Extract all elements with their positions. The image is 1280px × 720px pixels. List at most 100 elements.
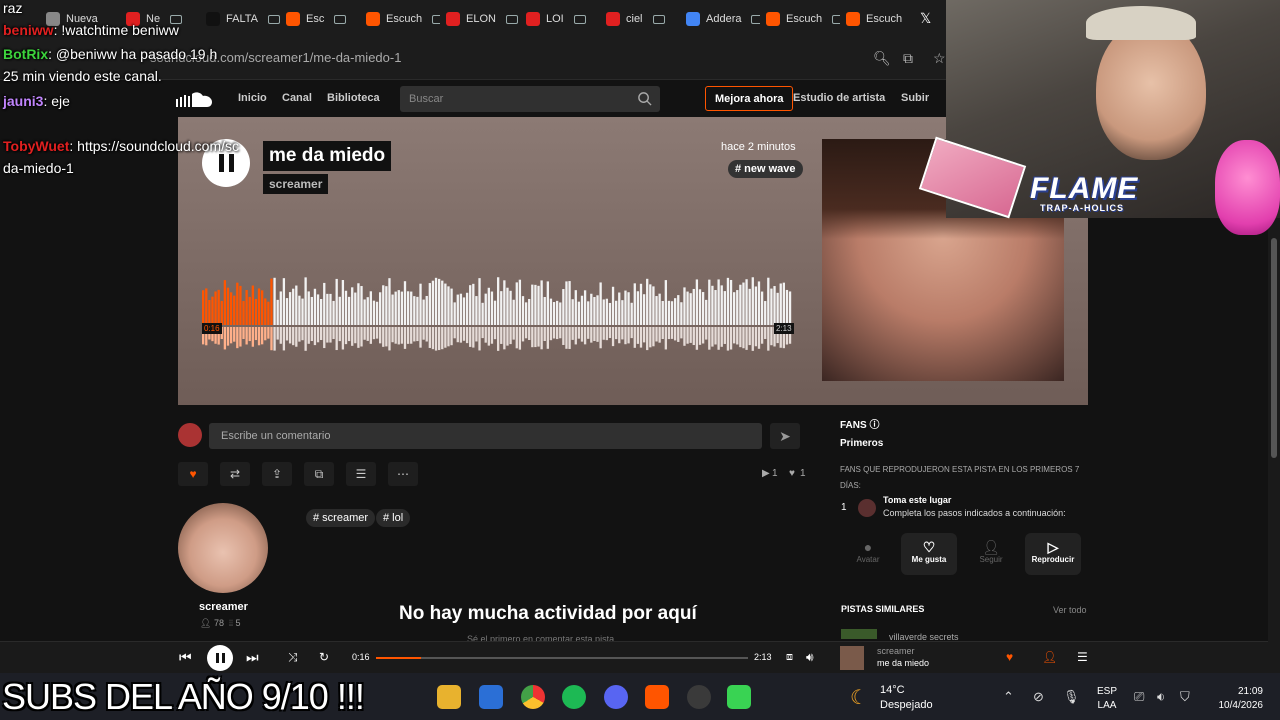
similar-track-thumb[interactable]	[841, 629, 877, 639]
fan-step-follow[interactable]: 👤︎ Seguir	[963, 533, 1019, 575]
waveform[interactable]	[202, 277, 792, 357]
chrome-icon[interactable]	[521, 685, 545, 709]
tag-lol[interactable]: # lol	[376, 509, 411, 527]
waveform-reflection	[531, 327, 534, 348]
copy-link-button[interactable]: ⧉	[304, 462, 334, 486]
zoom-icon[interactable]: 🔍︎	[873, 50, 891, 66]
weather-moon-icon[interactable]: ☾	[850, 685, 868, 710]
waveform-reflection	[503, 327, 506, 350]
waveform-bar	[360, 286, 363, 325]
tracks-count[interactable]: 5	[236, 618, 241, 628]
browser-tab[interactable]: Addera	[680, 4, 760, 34]
notifications-icon[interactable]: ⛉	[1180, 689, 1190, 705]
player-artwork[interactable]	[840, 646, 864, 670]
search-icon[interactable]	[637, 91, 652, 106]
info-icon[interactable]: ⓘ	[869, 420, 879, 431]
obs-icon[interactable]	[687, 685, 711, 709]
genre-tag[interactable]: # new wave	[728, 160, 803, 178]
browser-tab[interactable]: Escuch	[360, 4, 440, 34]
user-avatar[interactable]	[178, 423, 202, 447]
player-progress-bar[interactable]	[376, 657, 748, 659]
send-icon[interactable]: ➤	[770, 423, 800, 449]
tray-app-icon[interactable]: ⊘	[1033, 689, 1044, 705]
player-follow-icon[interactable]: 👤︎	[1042, 650, 1057, 664]
discord-icon[interactable]	[604, 685, 628, 709]
fan-step-like[interactable]: ♡ Me gusta	[901, 533, 957, 575]
soundcloud-app-icon[interactable]	[645, 685, 669, 709]
nav-biblioteca[interactable]: Biblioteca	[327, 92, 380, 104]
tag-screamer[interactable]: # screamer	[306, 509, 376, 527]
x-favicon-tab[interactable]: 𝕏	[920, 10, 931, 27]
share-button[interactable]: ⇪	[262, 462, 292, 486]
queue-icon[interactable]: ☰	[1077, 650, 1088, 664]
chat-username[interactable]: beniww	[3, 22, 54, 38]
cast-icon[interactable]: ⧈	[786, 651, 793, 664]
upload-link[interactable]: Subir	[901, 92, 929, 104]
clock[interactable]: 21:09 10/4/2026	[1208, 685, 1264, 713]
player-like-icon[interactable]: ♥	[1006, 650, 1013, 664]
fans-title: FANS ⓘ	[840, 416, 879, 431]
waveform-bar	[450, 288, 453, 325]
fan-step-play[interactable]: ▷ Reproducir	[1025, 533, 1081, 575]
chat-username[interactable]: TobyWuet	[3, 138, 69, 154]
waveform-bar	[503, 280, 506, 325]
store-icon[interactable]	[479, 685, 503, 709]
browser-tab[interactable]: LOI	[520, 4, 600, 34]
waveform-bar	[264, 298, 267, 325]
language-indicator[interactable]: ESP LAA	[1097, 685, 1117, 713]
more-options-button[interactable]: ⋯	[388, 462, 418, 486]
followers-count[interactable]: 78	[214, 618, 224, 628]
waveform-bar	[341, 280, 345, 325]
artist-studio-link[interactable]: Estudio de artista	[793, 92, 885, 104]
waveform-bar	[577, 301, 581, 325]
waveform-bar	[754, 286, 758, 325]
waveform-bar	[708, 279, 711, 325]
nav-canal[interactable]: Canal	[282, 92, 312, 104]
chat-username[interactable]: BotRix	[3, 46, 48, 62]
scrollbar-thumb[interactable]	[1271, 238, 1277, 458]
tray-chevron-icon[interactable]: ⌃	[1003, 689, 1014, 705]
browser-tab[interactable]: ciel	[600, 4, 680, 34]
track-artist[interactable]: screamer	[263, 174, 329, 194]
network-icon[interactable]: ⎚	[1134, 689, 1144, 705]
artist-name[interactable]: screamer	[199, 601, 248, 613]
like-button[interactable]: ♥	[178, 462, 208, 486]
speaker-icon[interactable]: 🔉︎	[1157, 689, 1165, 705]
volume-icon[interactable]: 🔊︎	[806, 650, 814, 665]
repeat-icon[interactable]: ↻	[319, 650, 329, 664]
soundcloud-logo-icon[interactable]	[176, 90, 216, 108]
file-explorer-icon[interactable]	[437, 685, 461, 709]
artist-avatar[interactable]	[178, 503, 268, 593]
upgrade-button[interactable]: Mejora ahora	[705, 86, 794, 111]
cast-icon[interactable]: ⧉	[903, 50, 919, 66]
nav-inicio[interactable]: Inicio	[238, 92, 267, 104]
fan-step-avatar[interactable]: ● Avatar	[840, 533, 896, 575]
similar-view-all[interactable]: Ver todo	[1053, 605, 1087, 615]
kick-icon[interactable]	[727, 685, 751, 709]
chat-username[interactable]: jauni3	[3, 93, 43, 109]
previous-icon[interactable]: ⏮	[179, 649, 192, 666]
search-input[interactable]: Buscar	[400, 86, 660, 112]
add-to-playlist-button[interactable]: ☰	[346, 462, 376, 486]
comment-input[interactable]: Escribe un comentario	[209, 423, 762, 449]
microphone-icon[interactable]: 🎙︎	[1063, 689, 1080, 705]
repost-button[interactable]: ⇄	[220, 462, 250, 486]
waveform-reflection	[229, 327, 233, 344]
waveform-reflection	[335, 327, 338, 351]
fans-tab-primeros[interactable]: Primeros	[840, 438, 883, 449]
waveform-reflection	[745, 327, 748, 350]
browser-tab[interactable]: FALTA	[200, 4, 280, 34]
browser-tab[interactable]: Esc	[280, 4, 360, 34]
browser-tab[interactable]: ELON	[440, 4, 520, 34]
next-icon[interactable]: ⏭	[246, 649, 259, 666]
spotify-icon[interactable]	[562, 685, 586, 709]
browser-tab[interactable]: Escuch	[840, 4, 920, 34]
player-artist[interactable]: screamer	[877, 646, 915, 656]
shuffle-icon[interactable]: ⤨	[288, 650, 298, 665]
browser-tab[interactable]: Escuch	[760, 4, 840, 34]
player-title[interactable]: me da miedo	[877, 658, 929, 668]
weather-temperature[interactable]: 14°C	[880, 684, 905, 696]
player-pause-button[interactable]	[207, 645, 233, 671]
weather-condition[interactable]: Despejado	[880, 699, 933, 711]
waveform-reflection	[658, 327, 661, 343]
